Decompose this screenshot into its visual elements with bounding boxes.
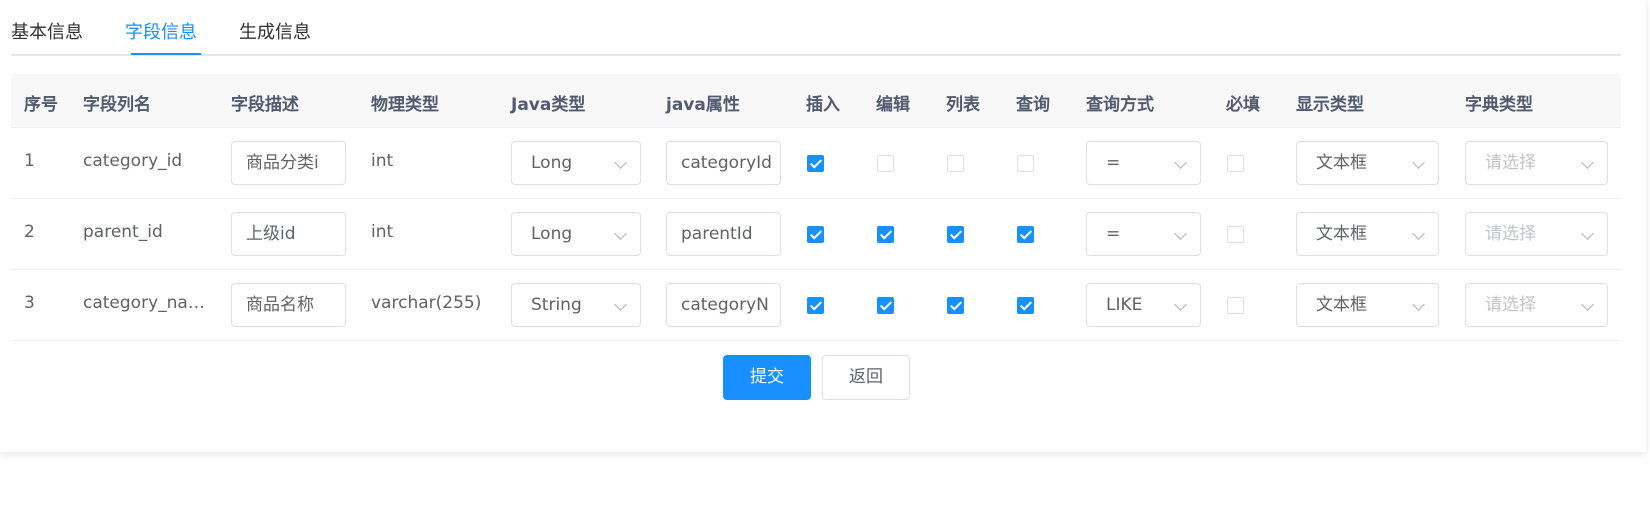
chevron-down-icon <box>1174 227 1187 240</box>
chevron-down-icon <box>1174 298 1187 311</box>
tab-field-info[interactable]: 字段信息 <box>125 18 197 44</box>
cell-physical-type: varchar(255) <box>371 293 482 313</box>
java-type-select[interactable]: Long <box>511 212 641 256</box>
chevron-down-icon <box>614 227 627 240</box>
java-type-select[interactable]: String <box>511 283 641 327</box>
th-list: 列表 <box>946 95 980 115</box>
table-row: 3 category_na… 商品名称 varchar(255) String … <box>11 270 1621 341</box>
list-checkbox[interactable] <box>947 226 964 243</box>
select-value: LIKE <box>1106 295 1143 315</box>
table-header: 序号 字段列名 字段描述 物理类型 Java类型 java属性 插入 编辑 列表… <box>11 74 1621 128</box>
select-value: String <box>531 295 582 315</box>
select-placeholder: 请选择 <box>1485 295 1536 315</box>
tab-bar: 基本信息 字段信息 生成信息 <box>11 0 1621 56</box>
java-field-input[interactable]: categoryId <box>666 141 781 185</box>
tab-basic-info[interactable]: 基本信息 <box>11 18 83 44</box>
th-description: 字段描述 <box>231 95 299 115</box>
submit-button[interactable]: 提交 <box>723 355 811 400</box>
cell-column-name: parent_id <box>83 222 163 242</box>
th-insert: 插入 <box>806 95 840 115</box>
select-placeholder: 请选择 <box>1485 224 1536 244</box>
th-display-type: 显示类型 <box>1296 95 1364 115</box>
insert-checkbox[interactable] <box>807 297 824 314</box>
th-query-type: 查询方式 <box>1086 95 1154 115</box>
table-row: 1 category_id 商品分类i int Long categoryId … <box>11 128 1621 199</box>
cell-physical-type: int <box>371 222 394 242</box>
th-edit: 编辑 <box>876 95 910 115</box>
chevron-down-icon <box>1412 298 1425 311</box>
edit-checkbox[interactable] <box>877 297 894 314</box>
insert-checkbox[interactable] <box>807 155 824 172</box>
display-type-select[interactable]: 文本框 <box>1296 283 1439 327</box>
cell-column-name: category_na… <box>83 293 205 313</box>
cell-column-name: category_id <box>83 151 183 171</box>
active-tab-indicator <box>131 53 201 55</box>
query-checkbox[interactable] <box>1017 155 1034 172</box>
th-required: 必填 <box>1226 95 1260 115</box>
select-value: 文本框 <box>1316 224 1367 244</box>
list-checkbox[interactable] <box>947 297 964 314</box>
java-field-input[interactable]: parentId <box>666 212 781 256</box>
query-type-select[interactable]: = <box>1086 212 1201 256</box>
java-type-select[interactable]: Long <box>511 141 641 185</box>
cell-index: 1 <box>24 151 35 171</box>
th-column-name: 字段列名 <box>83 95 151 115</box>
select-placeholder: 请选择 <box>1485 153 1536 173</box>
required-checkbox[interactable] <box>1227 155 1244 172</box>
insert-checkbox[interactable] <box>807 226 824 243</box>
chevron-down-icon <box>1581 156 1594 169</box>
select-value: = <box>1106 224 1121 244</box>
query-checkbox[interactable] <box>1017 226 1034 243</box>
th-index: 序号 <box>24 95 58 115</box>
select-value: = <box>1106 153 1121 173</box>
list-checkbox[interactable] <box>947 155 964 172</box>
display-type-select[interactable]: 文本框 <box>1296 212 1439 256</box>
chevron-down-icon <box>614 298 627 311</box>
required-checkbox[interactable] <box>1227 226 1244 243</box>
java-field-input[interactable]: categoryN <box>666 283 781 327</box>
dict-type-select[interactable]: 请选择 <box>1465 141 1608 185</box>
edit-checkbox[interactable] <box>877 155 894 172</box>
cell-index: 2 <box>24 222 35 242</box>
select-value: Long <box>531 224 573 244</box>
th-dict-type: 字典类型 <box>1465 95 1533 115</box>
th-java-field: java属性 <box>666 95 740 115</box>
chevron-down-icon <box>1581 227 1594 240</box>
dict-type-select[interactable]: 请选择 <box>1465 283 1608 327</box>
dict-type-select[interactable]: 请选择 <box>1465 212 1608 256</box>
th-query: 查询 <box>1016 95 1050 115</box>
tab-generate-info[interactable]: 生成信息 <box>239 18 311 44</box>
cell-physical-type: int <box>371 151 394 171</box>
cell-index: 3 <box>24 293 35 313</box>
back-button[interactable]: 返回 <box>822 355 910 400</box>
chevron-down-icon <box>1581 298 1594 311</box>
description-input[interactable]: 商品名称 <box>231 283 346 327</box>
chevron-down-icon <box>614 156 627 169</box>
query-type-select[interactable]: LIKE <box>1086 283 1201 327</box>
query-checkbox[interactable] <box>1017 297 1034 314</box>
chevron-down-icon <box>1412 156 1425 169</box>
edit-checkbox[interactable] <box>877 226 894 243</box>
form-card: 基本信息 字段信息 生成信息 序号 字段列名 字段描述 物理类型 Java类型 … <box>0 0 1646 452</box>
description-input[interactable]: 上级id <box>231 212 346 256</box>
required-checkbox[interactable] <box>1227 297 1244 314</box>
chevron-down-icon <box>1174 156 1187 169</box>
table-row: 2 parent_id 上级id int Long parentId = 文本框… <box>11 199 1621 270</box>
query-type-select[interactable]: = <box>1086 141 1201 185</box>
chevron-down-icon <box>1412 227 1425 240</box>
select-value: 文本框 <box>1316 153 1367 173</box>
select-value: Long <box>531 153 573 173</box>
select-value: 文本框 <box>1316 295 1367 315</box>
th-java-type: Java类型 <box>511 95 586 115</box>
description-input[interactable]: 商品分类i <box>231 141 346 185</box>
display-type-select[interactable]: 文本框 <box>1296 141 1439 185</box>
th-physical-type: 物理类型 <box>371 95 439 115</box>
